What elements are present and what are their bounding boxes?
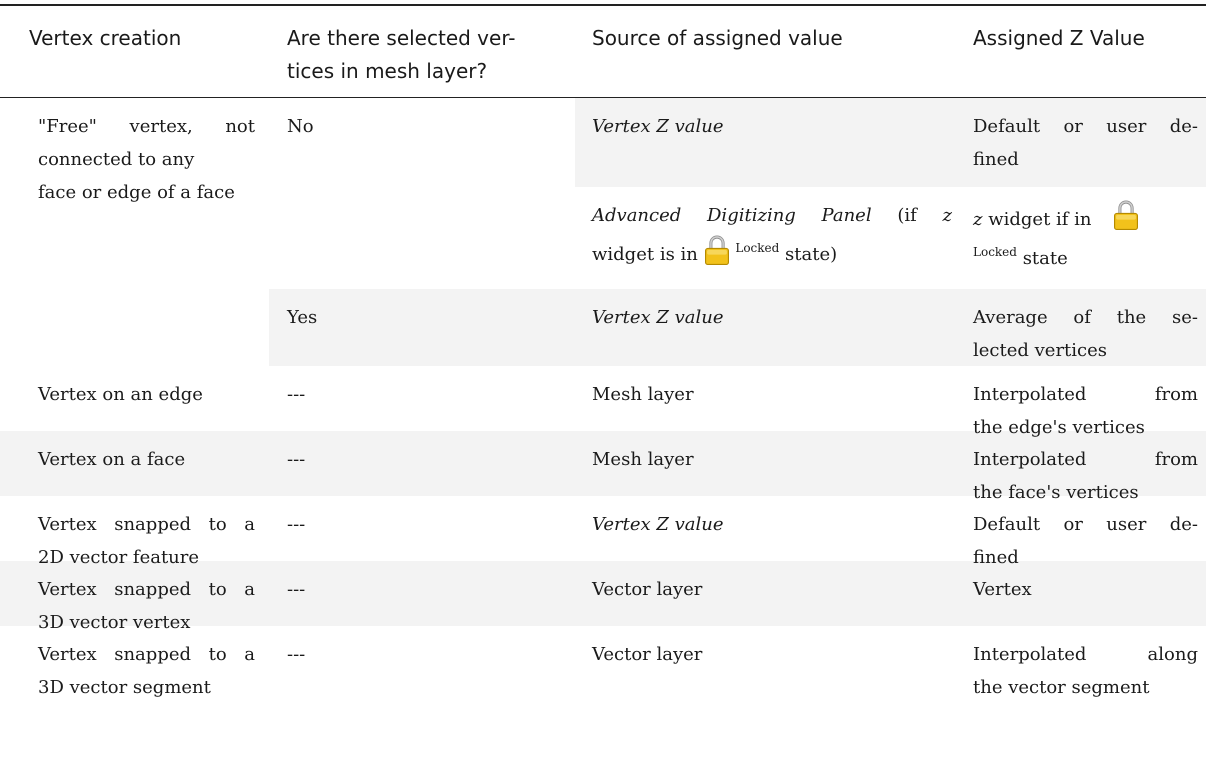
header-source: Source of assigned value bbox=[592, 26, 843, 50]
cell-snap2d-source: Vertex Z value bbox=[592, 514, 724, 535]
cell-edge-selected: --- bbox=[287, 384, 306, 405]
cell-snap3ds-creation: Vertex snapped to a 3D vector segment bbox=[38, 644, 255, 698]
cell-snap3dv-source: Vector layer bbox=[592, 579, 703, 600]
header-assigned-z: Assigned Z Value bbox=[973, 26, 1145, 50]
cell-face-source: Mesh layer bbox=[592, 449, 694, 470]
locked-label: Locked bbox=[973, 245, 1017, 259]
cell-free-yes-value: Average of the se- lected vertices bbox=[973, 307, 1198, 361]
header-selected-line1: Are there selected ver- bbox=[287, 26, 516, 50]
cell-snap3dv-selected: --- bbox=[287, 579, 306, 600]
cell-free-creation: "Free" vertex, not connected to any face… bbox=[38, 116, 255, 203]
lock-icon bbox=[1113, 199, 1139, 231]
locked-label: Locked bbox=[735, 241, 780, 255]
cell-free-no-value-a: Default or user de- fined bbox=[973, 116, 1198, 170]
cell-snap3ds-value: Interpolated along the vector segment bbox=[973, 644, 1198, 698]
header-selected-vertices: Are there selected ver- tices in mesh la… bbox=[287, 6, 577, 88]
cell-edge-source: Mesh layer bbox=[592, 384, 694, 405]
cell-free-selected-yes: Yes bbox=[287, 307, 318, 328]
cell-free-yes-source: Vertex Z value bbox=[592, 307, 724, 328]
lock-icon bbox=[704, 234, 730, 266]
cell-snap3ds-source: Vector layer bbox=[592, 644, 703, 665]
cell-free-no-source-a: Vertex Z value bbox=[592, 116, 724, 137]
header-vertex-creation: Vertex creation bbox=[29, 26, 182, 50]
cell-snap2d-selected: --- bbox=[287, 514, 306, 535]
cell-free-selected-no: No bbox=[287, 116, 314, 137]
cell-snap3ds-selected: --- bbox=[287, 644, 306, 665]
cell-free-no-value-b: z widget if in Locked state bbox=[973, 187, 1198, 275]
cell-face-creation: Vertex on a face bbox=[38, 449, 186, 470]
cell-snap3dv-value: Vertex bbox=[973, 579, 1032, 600]
header-selected-line2: tices in mesh layer? bbox=[287, 59, 488, 83]
cell-face-selected: --- bbox=[287, 449, 306, 470]
cell-edge-creation: Vertex on an edge bbox=[38, 384, 203, 405]
cell-free-no-source-b: Advanced Digitizing Panel (if z widget i… bbox=[592, 205, 952, 266]
